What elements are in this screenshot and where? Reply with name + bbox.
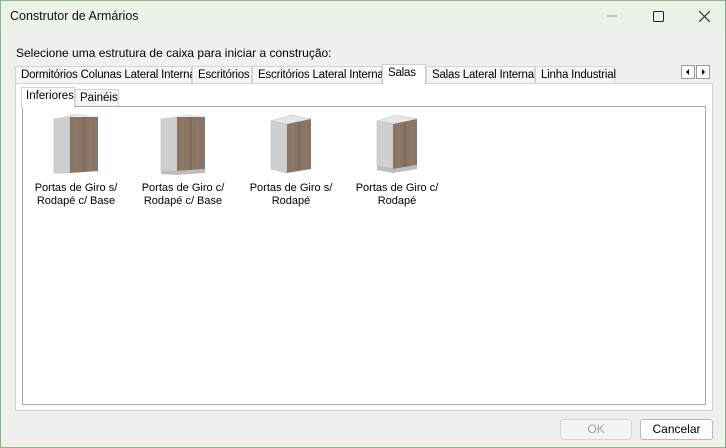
tab-paineis[interactable]: Painéis xyxy=(75,89,119,106)
cabinet-label-line1: Portas de Giro c/ xyxy=(141,182,225,194)
close-button[interactable] xyxy=(681,1,725,31)
cancel-button[interactable]: Cancelar xyxy=(640,419,713,440)
tab-scroll-left-button[interactable] xyxy=(681,65,695,79)
cabinet-label-line2: Rodapé c/ Base xyxy=(143,194,223,207)
cabinet-label-line1: Portas de Giro s/ xyxy=(34,182,118,194)
cabinet-icon xyxy=(376,114,418,173)
cabinet-item-2[interactable]: Portas de Giro c/ Rodapé c/ Base xyxy=(133,113,233,207)
cabinet-icon xyxy=(53,114,98,174)
triangle-right-icon xyxy=(702,69,705,75)
maximize-button[interactable] xyxy=(635,1,681,31)
minimize-icon xyxy=(607,15,617,17)
tab-escritorios[interactable]: Escritórios xyxy=(192,66,252,83)
cabinet-icon xyxy=(160,114,205,175)
maximize-icon xyxy=(652,10,664,22)
tab-dormitorios-colunas-lateral-interna[interactable]: Dormitórios Colunas Lateral Interna xyxy=(15,66,196,83)
dialog-window: Construtor de Armários Selecione uma est… xyxy=(0,0,726,448)
tab-scroll-right-button[interactable] xyxy=(696,65,710,79)
cabinet-item-1[interactable]: Portas de Giro s/ Rodapé c/ Base xyxy=(26,113,126,207)
title-bar: Construtor de Armários xyxy=(1,1,725,31)
ok-button[interactable]: OK xyxy=(560,419,632,440)
cabinet-item-3[interactable]: Portas de Giro s/ Rodapé xyxy=(241,113,341,207)
cabinet-label-line2: Rodapé xyxy=(271,194,311,207)
tab-salas-lateral-interna[interactable]: Salas Lateral Interna xyxy=(426,66,535,83)
tab-inferiores[interactable]: Inferiores xyxy=(21,87,75,108)
cabinet-icon xyxy=(270,114,312,174)
triangle-left-icon xyxy=(686,69,689,75)
window-title: Construtor de Armários xyxy=(10,9,139,23)
instruction-text: Selecione uma estrutura de caixa para in… xyxy=(16,46,332,60)
cabinet-label-line2: Rodapé c/ Base xyxy=(36,194,116,207)
tab-linha-industrial[interactable]: Linha Industrial xyxy=(535,66,616,83)
cabinet-label-line2: Rodapé xyxy=(377,194,417,207)
tab-salas[interactable]: Salas xyxy=(382,64,426,85)
tab-escritorios-lateral-interna[interactable]: Escritórios Lateral Interna xyxy=(252,66,384,83)
cabinet-label-line1: Portas de Giro s/ xyxy=(249,182,333,194)
cabinet-item-4[interactable]: Portas de Giro c/ Rodapé xyxy=(347,113,447,207)
close-icon xyxy=(698,10,710,22)
cabinet-label-line1: Portas de Giro c/ xyxy=(355,182,439,194)
minimize-button[interactable] xyxy=(589,1,635,31)
